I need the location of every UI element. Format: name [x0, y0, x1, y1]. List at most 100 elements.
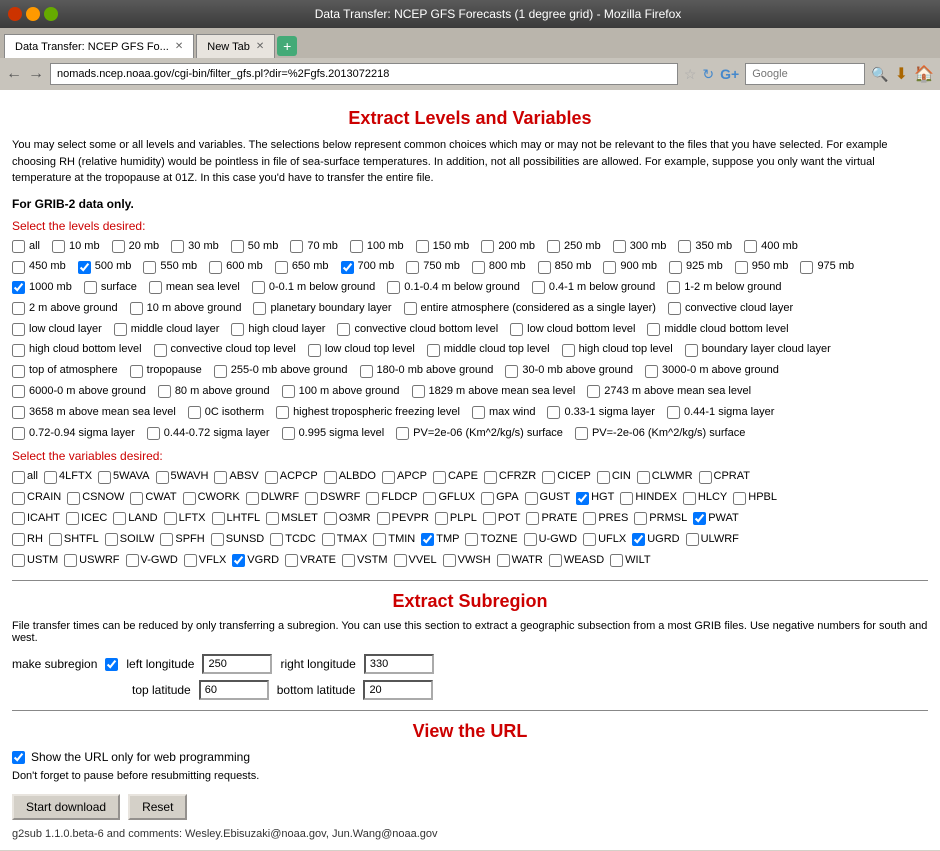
- level-checkbox-400mb[interactable]: [744, 240, 757, 253]
- level-checkbox-conv-cloud[interactable]: [668, 302, 681, 315]
- level-checkbox-044sigma[interactable]: [667, 406, 680, 419]
- search-button[interactable]: 🔍: [871, 66, 888, 83]
- var-checkbox-hindex[interactable]: [620, 492, 633, 505]
- tab-close-icon[interactable]: ✕: [256, 41, 264, 52]
- var-checkbox-ugrd[interactable]: [632, 533, 645, 546]
- back-button[interactable]: ←: [6, 65, 22, 83]
- start-download-button[interactable]: Start download: [12, 794, 120, 820]
- level-checkbox-255-0ag[interactable]: [214, 365, 227, 378]
- var-checkbox-gust[interactable]: [525, 492, 538, 505]
- level-checkbox-surface[interactable]: [84, 281, 97, 294]
- level-checkbox-100mag[interactable]: [282, 385, 295, 398]
- var-checkbox-plpl[interactable]: [435, 512, 448, 525]
- var-checkbox-vgwd[interactable]: [126, 554, 139, 567]
- var-checkbox-ulwrf[interactable]: [686, 533, 699, 546]
- refresh-button[interactable]: ↻: [702, 66, 714, 83]
- level-checkbox-0995sigma[interactable]: [282, 427, 295, 440]
- level-checkbox-12bg[interactable]: [667, 281, 680, 294]
- level-checkbox-pbl[interactable]: [253, 302, 266, 315]
- level-checkbox-925mb[interactable]: [669, 261, 682, 274]
- level-checkbox-conv-cloud-bot[interactable]: [337, 323, 350, 336]
- level-checkbox-2743msl[interactable]: [587, 385, 600, 398]
- var-checkbox-prmsl[interactable]: [634, 512, 647, 525]
- var-checkbox-5wavh[interactable]: [156, 471, 169, 484]
- level-checkbox-044072sigma[interactable]: [147, 427, 160, 440]
- make-subregion-checkbox[interactable]: [105, 658, 118, 671]
- level-checkbox-tropopause[interactable]: [130, 365, 143, 378]
- var-checkbox-rh[interactable]: [12, 533, 25, 546]
- var-checkbox-prate[interactable]: [526, 512, 539, 525]
- reset-button[interactable]: Reset: [128, 794, 187, 820]
- level-checkbox-2mag[interactable]: [12, 302, 25, 315]
- level-checkbox-750mb[interactable]: [406, 261, 419, 274]
- level-checkbox-low-cloud-bot[interactable]: [510, 323, 523, 336]
- level-checkbox-550mb[interactable]: [143, 261, 156, 274]
- level-checkbox-high-cloud-top[interactable]: [562, 344, 575, 357]
- level-checkbox-top-atm[interactable]: [12, 365, 25, 378]
- var-checkbox-5wava[interactable]: [98, 471, 111, 484]
- var-checkbox-pevpr[interactable]: [377, 512, 390, 525]
- var-checkbox-uflx[interactable]: [583, 533, 596, 546]
- var-checkbox-o3mr[interactable]: [324, 512, 337, 525]
- var-checkbox-tmin[interactable]: [373, 533, 386, 546]
- close-button[interactable]: [8, 7, 22, 21]
- top-latitude-input[interactable]: [199, 680, 269, 700]
- level-checkbox-900mb[interactable]: [603, 261, 616, 274]
- var-checkbox-pwat[interactable]: [693, 512, 706, 525]
- level-checkbox-0c-isotherm[interactable]: [188, 406, 201, 419]
- level-checkbox-100mb[interactable]: [350, 240, 363, 253]
- level-checkbox-bl-cloud[interactable]: [685, 344, 698, 357]
- var-checkbox-lhtfl[interactable]: [212, 512, 225, 525]
- level-checkbox-150mb[interactable]: [416, 240, 429, 253]
- var-checkbox-apcp[interactable]: [382, 471, 395, 484]
- var-checkbox-acpcp[interactable]: [265, 471, 278, 484]
- level-checkbox-pv2e06[interactable]: [396, 427, 409, 440]
- level-checkbox-maxwind[interactable]: [472, 406, 485, 419]
- var-checkbox-pot[interactable]: [483, 512, 496, 525]
- var-checkbox-tcdc[interactable]: [270, 533, 283, 546]
- left-longitude-input[interactable]: [202, 654, 272, 674]
- var-checkbox-hgt[interactable]: [576, 492, 589, 505]
- tab-active[interactable]: Data Transfer: NCEP GFS Fo... ✕: [4, 34, 194, 58]
- level-checkbox-mid-cloud-top[interactable]: [427, 344, 440, 357]
- var-checkbox-cfrzr[interactable]: [484, 471, 497, 484]
- level-checkbox-70mb[interactable]: [290, 240, 303, 253]
- level-checkbox-pv-2e06[interactable]: [575, 427, 588, 440]
- level-checkbox-033sigma[interactable]: [547, 406, 560, 419]
- var-checkbox-icaht[interactable]: [12, 512, 25, 525]
- level-checkbox-10mb[interactable]: [52, 240, 65, 253]
- var-checkbox-wilt[interactable]: [610, 554, 623, 567]
- level-checkbox-041bg[interactable]: [532, 281, 545, 294]
- level-checkbox-htfl[interactable]: [276, 406, 289, 419]
- var-checkbox-vrate[interactable]: [285, 554, 298, 567]
- var-checkbox-dswrf[interactable]: [305, 492, 318, 505]
- home-icon[interactable]: 🏠: [914, 64, 934, 84]
- show-url-checkbox[interactable]: [12, 751, 25, 764]
- var-checkbox-all[interactable]: [12, 471, 25, 484]
- var-checkbox-vwsh[interactable]: [443, 554, 456, 567]
- level-checkbox-700mb[interactable]: [341, 261, 354, 274]
- var-checkbox-watr[interactable]: [497, 554, 510, 567]
- bookmark-star-icon[interactable]: ☆: [684, 66, 697, 83]
- address-input[interactable]: [50, 63, 678, 85]
- level-checkbox-30-0ag[interactable]: [505, 365, 518, 378]
- var-checkbox-dlwrf[interactable]: [246, 492, 259, 505]
- var-checkbox-gflux[interactable]: [423, 492, 436, 505]
- var-checkbox-hpbl[interactable]: [733, 492, 746, 505]
- level-checkbox-650mb[interactable]: [275, 261, 288, 274]
- level-checkbox-high-cloud[interactable]: [231, 323, 244, 336]
- level-checkbox-mid-cloud-bot[interactable]: [647, 323, 660, 336]
- var-checkbox-soilw[interactable]: [105, 533, 118, 546]
- level-checkbox-20mb[interactable]: [112, 240, 125, 253]
- var-checkbox-hlcy[interactable]: [683, 492, 696, 505]
- level-checkbox-350mb[interactable]: [678, 240, 691, 253]
- level-checkbox-80mag[interactable]: [158, 385, 171, 398]
- var-checkbox-absv[interactable]: [214, 471, 227, 484]
- var-checkbox-ugwd[interactable]: [524, 533, 537, 546]
- level-checkbox-300mb[interactable]: [613, 240, 626, 253]
- level-checkbox-975mb[interactable]: [800, 261, 813, 274]
- var-checkbox-4lftx[interactable]: [44, 471, 57, 484]
- level-checkbox-mid-cloud[interactable]: [114, 323, 127, 336]
- var-checkbox-ustm[interactable]: [12, 554, 25, 567]
- var-checkbox-pres[interactable]: [583, 512, 596, 525]
